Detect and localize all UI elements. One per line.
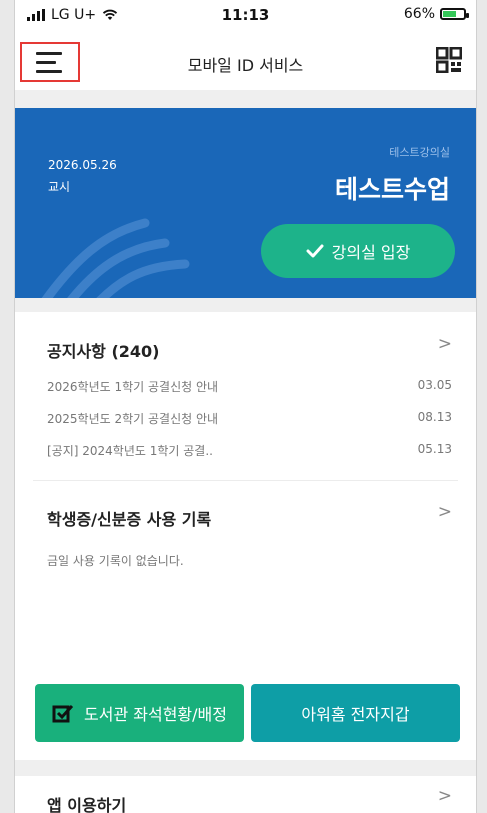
class-date: 2026.05.26	[48, 158, 117, 172]
battery-icon	[440, 8, 469, 20]
app-guide-title[interactable]: 앱 이용하기	[47, 792, 126, 813]
usage-empty-message: 금일 사용 기록이 없습니다.	[47, 554, 184, 568]
library-seat-label: 도서관 좌석현황/배정	[84, 705, 227, 724]
section-spacer	[15, 760, 476, 776]
notice-item[interactable]: 2025학년도 2학기 공결신청 안내 08.13	[47, 410, 452, 427]
section-spacer	[15, 298, 476, 312]
notice-item-text: [공지] 2024학년도 1학기 공결..	[47, 444, 213, 458]
enter-classroom-label: 강의실 입장	[331, 243, 411, 262]
course-name: 테스트수업	[334, 175, 450, 204]
notice-item-text: 2025학년도 2학기 공결신청 안내	[47, 412, 219, 426]
e-wallet-button[interactable]: 아워홈 전자지갑	[251, 684, 460, 742]
logo-watermark	[41, 218, 190, 298]
status-bar: LG U+ 11:13 66%	[15, 0, 476, 30]
battery-percent: 66%	[403, 6, 435, 22]
battery-group: 66%	[403, 6, 469, 22]
notice-item-text: 2026학년도 1학기 공결신청 안내	[47, 380, 219, 394]
seat-assign-icon	[52, 704, 74, 723]
notice-chevron-icon[interactable]: >	[438, 334, 452, 354]
library-seat-button[interactable]: 도서관 좌석현황/배정	[35, 684, 244, 742]
check-icon	[306, 244, 324, 258]
notice-item[interactable]: [공지] 2024학년도 1학기 공결.. 05.13	[47, 442, 452, 459]
notice-item[interactable]: 2026학년도 1학기 공결신청 안내 03.05	[47, 378, 452, 395]
qr-code-icon[interactable]	[436, 47, 462, 73]
class-card: 2026.05.26 교시 테스트강의실 테스트수업 강의실 입장	[15, 108, 476, 298]
app-header: 모바일 ID 서비스	[15, 38, 476, 90]
class-period: 교시	[48, 180, 71, 194]
divider	[33, 480, 458, 481]
notice-title[interactable]: 공지사항 (240)	[47, 338, 159, 362]
notice-item-date: 03.05	[417, 378, 452, 392]
phone-screen: LG U+ 11:13 66% 모바일 ID 서비스 2026.05.26 교시…	[14, 0, 477, 813]
app-guide-chevron-icon[interactable]: >	[438, 786, 452, 806]
e-wallet-label: 아워홈 전자지갑	[301, 705, 410, 724]
usage-log-title[interactable]: 학생증/신분증 사용 기록	[47, 506, 211, 530]
usage-log-chevron-icon[interactable]: >	[438, 502, 452, 522]
section-spacer	[15, 90, 476, 108]
page-title: 모바일 ID 서비스	[187, 56, 304, 75]
classroom-name: 테스트강의실	[389, 146, 450, 159]
notice-item-date: 05.13	[417, 442, 452, 456]
notice-item-date: 08.13	[417, 410, 452, 424]
enter-classroom-button[interactable]: 강의실 입장	[261, 224, 455, 278]
